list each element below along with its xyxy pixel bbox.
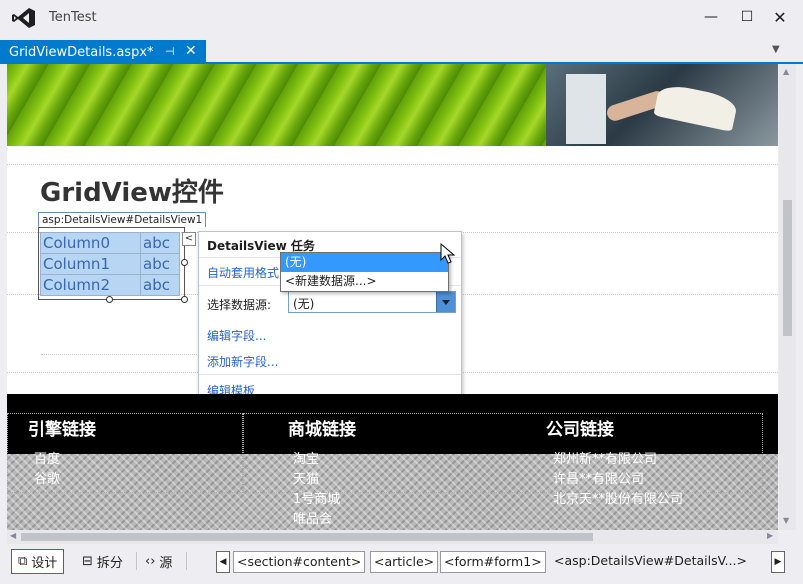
window-title: TenTest (49, 10, 97, 25)
vertical-scrollbar[interactable]: ▲ ▼ (779, 64, 796, 530)
tab-overflow-dropdown-icon[interactable]: ▼ (772, 44, 780, 55)
footer-link[interactable]: 北京天**股份有限公司 (553, 488, 683, 507)
mouse-cursor-icon (440, 243, 456, 264)
detailsview-table[interactable]: Column0 abc Column1 abc Column2 abc (40, 232, 180, 296)
minimize-button[interactable]: — (697, 4, 725, 30)
design-view-tab[interactable]: ⧉ 设计 (11, 549, 65, 574)
datasource-dropdown-list: (无) <新建数据源...> (280, 252, 449, 292)
document-tab-strip: GridViewDetails.aspx* ⊣ ✕ ▼ (0, 38, 803, 64)
visual-studio-logo-icon (12, 8, 35, 28)
resize-handle[interactable] (181, 259, 188, 266)
table-row: Column1 abc (40, 253, 180, 275)
datasource-label: 选择数据源: (207, 298, 272, 312)
tab-label: GridViewDetails.aspx* (9, 44, 154, 60)
breadcrumb-next-icon[interactable]: ▶ (771, 551, 785, 573)
view-tab-label: 拆分 (96, 556, 123, 571)
footer-link[interactable]: 1号商城 (293, 488, 340, 507)
breadcrumb-prev-icon[interactable]: ◀ (216, 551, 230, 573)
split-icon: ⊟ (82, 554, 93, 569)
field-cell: Column2 (40, 274, 141, 296)
design-icon: ⧉ (18, 554, 28, 569)
horizontal-scrollbar[interactable]: ◀ ▶ (7, 530, 778, 544)
resize-handle[interactable] (181, 296, 188, 303)
footer-link[interactable]: 郑州新**有限公司 (553, 448, 657, 467)
value-cell: abc (140, 253, 180, 275)
scroll-thumb[interactable] (21, 533, 593, 541)
table-row: Column2 abc (40, 274, 180, 296)
field-cell: Column0 (40, 232, 141, 254)
footer-link[interactable]: 谷歌 (34, 468, 60, 487)
footer-heading: 引擎链接 (28, 420, 96, 440)
breadcrumb-item[interactable]: <article> (370, 551, 439, 573)
datasource-option[interactable]: (无) (281, 253, 448, 272)
value-cell: abc (140, 274, 180, 296)
scroll-up-icon[interactable]: ▲ (783, 67, 789, 76)
chevron-down-icon[interactable] (436, 292, 455, 312)
maximize-button[interactable]: ☐ (733, 4, 761, 30)
footer-link[interactable]: 淘宝 (293, 448, 319, 467)
edit-fields-link[interactable]: 编辑字段... (207, 327, 266, 344)
source-view-tab[interactable]: ‹› 源 (139, 549, 178, 574)
breadcrumb-item[interactable]: <form#form1> (440, 551, 546, 573)
footer-link[interactable]: 百度 (34, 448, 60, 467)
tab-gridviewdetails[interactable]: GridViewDetails.aspx* ⊣ ✕ (0, 40, 206, 64)
view-tab-label: 设计 (31, 556, 58, 571)
footer-link[interactable]: 天猫 (293, 468, 319, 487)
datasource-option[interactable]: <新建数据源...> (281, 272, 448, 291)
resize-handle[interactable] (106, 296, 113, 303)
datasource-select[interactable]: (无) (288, 291, 456, 313)
split-view-tab[interactable]: ⊟ 拆分 (76, 549, 129, 574)
field-cell: Column1 (40, 253, 141, 275)
view-tab-label: 源 (159, 556, 173, 571)
scroll-left-icon[interactable]: ◀ (10, 531, 16, 540)
breadcrumb-item[interactable]: <asp:DetailsView#DetailsV...> (551, 551, 750, 573)
auto-format-link[interactable]: 自动套用格式... (207, 264, 290, 281)
scroll-right-icon[interactable]: ▶ (767, 531, 773, 540)
footer-heading: 公司链接 (546, 420, 614, 440)
footer-link[interactable]: 许昌**有限公司 (553, 468, 644, 487)
close-window-button[interactable]: ✕ (766, 4, 794, 30)
divider (7, 164, 778, 165)
title-bar: TenTest — ☐ ✕ (0, 0, 803, 38)
editor-bottom-bar: ⧉ 设计 ⊟ 拆分 ‹› 源 ◀ <section#content> <arti… (0, 546, 803, 584)
scroll-thumb[interactable] (783, 200, 792, 336)
page-footer: 引擎链接 百度 谷歌 商城链接 淘宝 天猫 1号商城 唯品会 公司链接 郑州新*… (7, 394, 778, 530)
table-row: Column0 abc (40, 232, 180, 254)
divider (199, 374, 461, 375)
pin-icon[interactable]: ⊣ (165, 45, 175, 58)
scroll-down-icon[interactable]: ▼ (783, 516, 789, 525)
value-cell: abc (140, 232, 180, 254)
footer-heading: 商城链接 (288, 420, 356, 440)
add-field-link[interactable]: 添加新字段... (207, 353, 278, 370)
detailsview-tag[interactable]: asp:DetailsView#DetailsView1 (38, 212, 207, 227)
datasource-selected-value: (无) (293, 297, 315, 311)
footer-link[interactable]: 唯品会 (293, 508, 332, 527)
close-tab-icon[interactable]: ✕ (185, 43, 197, 59)
design-surface[interactable]: GridView控件 asp:DetailsView#DetailsView1 … (7, 64, 778, 530)
breadcrumb-item[interactable]: <section#content> (233, 551, 366, 573)
smart-tag-collapse-icon[interactable]: < (182, 232, 196, 246)
banner-photo (546, 64, 778, 146)
page-title: GridView控件 (40, 178, 224, 208)
source-icon: ‹› (145, 554, 156, 569)
